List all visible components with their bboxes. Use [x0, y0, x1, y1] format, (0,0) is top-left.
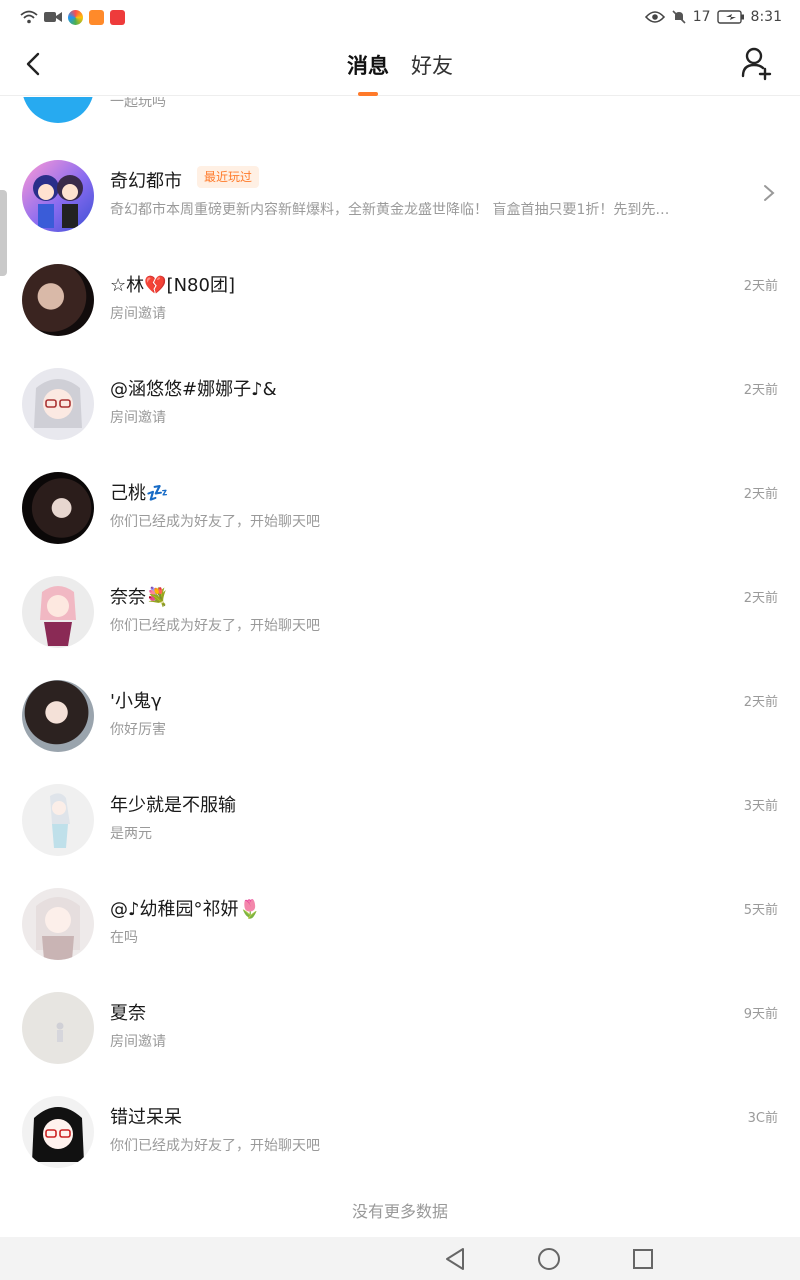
avatar [22, 264, 94, 336]
contact-name: 己桃💤 [110, 483, 169, 504]
chevron-right-icon [764, 185, 775, 201]
message-preview: 一起玩吗 [110, 97, 166, 110]
message-time: 3天前 [743, 799, 778, 814]
message-preview: 你们已经成为好友了，开始聊天吧 [110, 618, 320, 634]
nav-back-button[interactable] [441, 1245, 469, 1273]
avatar [22, 97, 94, 123]
circle-home-icon [538, 1248, 560, 1270]
list-item[interactable]: 错过呆呆 你们已经成为好友了，开始聊天吧 3C前 [0, 1091, 800, 1195]
header: 消息 好友 [0, 34, 800, 96]
status-right: 17 8:31 [644, 9, 782, 25]
contact-name: 年少就是不服输 [110, 795, 236, 816]
app-red-icon [110, 9, 125, 25]
contact-name: @涵悠悠#娜娜子♪& [110, 379, 277, 400]
nav-home-button[interactable] [535, 1245, 563, 1273]
list-item[interactable]: 年少就是不服输 是两元 3天前 [0, 779, 800, 883]
contact-name: ☆林💔[N80团] [110, 275, 235, 296]
no-more-data-text: 没有更多数据 [351, 1202, 448, 1221]
message-time: 2天前 [743, 695, 778, 710]
message-time: 3C前 [747, 1111, 778, 1126]
message-preview: 你好厉害 [110, 722, 166, 738]
recently-played-badge: 最近玩过 [197, 166, 260, 188]
avatar [22, 992, 94, 1064]
avatar [22, 680, 94, 752]
avatar [22, 784, 94, 856]
avatar [22, 1096, 94, 1168]
battery-icon [716, 10, 744, 24]
avatar [22, 576, 94, 648]
list-item[interactable]: 奈奈💐 你们已经成为好友了，开始聊天吧 2天前 [0, 571, 800, 675]
avatar [22, 368, 94, 440]
list-item[interactable]: @涵悠悠#娜娜子♪& 房间邀请 2天前 [0, 363, 800, 467]
message-time: 9天前 [743, 1007, 778, 1022]
list-item[interactable]: 己桃💤 你们已经成为好友了，开始聊天吧 2天前 [0, 467, 800, 571]
message-time: 2天前 [743, 591, 778, 606]
message-time: 2天前 [743, 383, 778, 398]
list-item[interactable]: @♪幼稚园°祁妍🌷 在吗 5天前 [0, 883, 800, 987]
nav-recents-button[interactable] [629, 1245, 657, 1273]
app-colorful-icon [68, 9, 83, 25]
message-preview: 房间邀请 [110, 410, 166, 426]
tab-bar: 消息 好友 [0, 50, 800, 96]
square-recents-icon [633, 1249, 653, 1269]
avatar [22, 160, 94, 232]
add-friend-button[interactable] [740, 46, 774, 82]
status-bar: 17 8:31 [0, 0, 800, 34]
list-item[interactable]: '小鬼γ 你好厉害 2天前 [0, 675, 800, 779]
message-list: 一起玩吗 奇幻都市 最近玩过 奇幻都市本周重磅更新内容新鲜爆料，全新黄金龙盛世降… [0, 97, 800, 1237]
clock: 8:31 [750, 9, 782, 25]
message-preview: 是两元 [110, 826, 152, 842]
video-call-icon [44, 12, 62, 22]
message-preview: 房间邀请 [110, 306, 166, 322]
contact-name: @♪幼稚园°祁妍🌷 [110, 899, 261, 920]
message-preview: 奇幻都市本周重磅更新内容新鲜爆料，全新黄金龙盛世降临！ 盲盒首抽只要1折！先到先… [110, 202, 670, 218]
message-time: 2天前 [743, 487, 778, 502]
contact-name: '小鬼γ [110, 691, 162, 712]
list-item[interactable]: 奇幻都市 最近玩过 奇幻都市本周重磅更新内容新鲜爆料，全新黄金龙盛世降临！ 盲盒… [0, 155, 800, 259]
mute-bell-icon [672, 10, 686, 24]
contact-name: 奈奈💐 [110, 587, 169, 608]
message-preview: 你们已经成为好友了，开始聊天吧 [110, 1138, 320, 1154]
add-user-icon [741, 47, 772, 81]
system-nav-bar [0, 1237, 800, 1280]
avatar [22, 472, 94, 544]
signal-text: 17 [692, 9, 711, 25]
list-item[interactable]: 一起玩吗 [0, 97, 800, 151]
list-item[interactable]: 夏奈 房间邀请 9天前 [0, 987, 800, 1091]
message-preview: 房间邀请 [110, 1034, 166, 1050]
message-time: 2天前 [743, 279, 778, 294]
message-preview: 在吗 [110, 930, 138, 946]
message-time: 5天前 [743, 903, 778, 918]
eye-icon [644, 11, 665, 23]
tab-friends[interactable]: 好友 [411, 50, 453, 80]
tab-messages[interactable]: 消息 [347, 50, 389, 96]
contact-name: 奇幻都市 [110, 171, 182, 192]
message-preview: 你们已经成为好友了，开始聊天吧 [110, 514, 320, 530]
status-left [20, 9, 125, 25]
list-item[interactable]: ☆林💔[N80团] 房间邀请 2天前 [0, 259, 800, 363]
triangle-back-icon [446, 1248, 464, 1270]
contact-name: 夏奈 [110, 1003, 146, 1024]
app-orange-play-icon [89, 9, 104, 25]
contact-name: 错过呆呆 [110, 1107, 182, 1128]
wifi-icon [20, 10, 38, 24]
avatar [22, 888, 94, 960]
